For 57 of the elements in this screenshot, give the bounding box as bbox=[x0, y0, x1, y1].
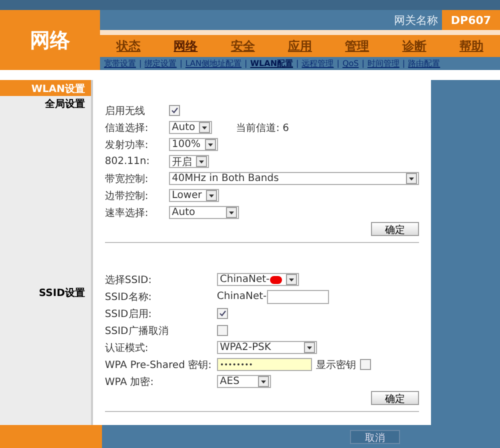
field-label: 边带控制: bbox=[104, 190, 150, 202]
field-label: SSID名称: bbox=[104, 290, 153, 304]
dropdown[interactable]: 100% bbox=[168, 138, 218, 151]
nav-tab[interactable]: 应用 bbox=[288, 38, 312, 54]
confirm-button[interactable]: 确定 bbox=[370, 391, 419, 405]
subnav-link[interactable]: WLAN配置 bbox=[250, 58, 294, 69]
gateway-name: DP607 bbox=[442, 10, 500, 30]
subnav-link[interactable]: 绑定设置 bbox=[144, 58, 177, 69]
nav-tab[interactable]: 帮助 bbox=[459, 38, 484, 54]
dropdown[interactable]: Lower bbox=[168, 189, 219, 202]
field-label: 认证模式: bbox=[104, 342, 150, 354]
subnav-link[interactable]: 时间管理 bbox=[367, 58, 400, 69]
separator: | bbox=[402, 59, 406, 68]
nav-tab[interactable]: 安全 bbox=[230, 38, 255, 54]
section-title: SSID设置 bbox=[38, 286, 86, 298]
field-label: 发射功率: bbox=[104, 138, 150, 152]
dropdown[interactable]: AES bbox=[216, 375, 271, 388]
dropdown[interactable]: 40MHz in Both Bands bbox=[168, 172, 419, 185]
ssid-prefix: ChinaNet- bbox=[216, 291, 267, 302]
separator: | bbox=[139, 59, 142, 68]
subnav-link[interactable]: 远程管理 bbox=[302, 58, 334, 69]
confirm-button[interactable]: 确定 bbox=[370, 222, 419, 236]
nav-tab[interactable]: 网络 bbox=[174, 38, 198, 54]
dropdown[interactable]: Auto bbox=[168, 206, 239, 219]
gateway-label: 网关名称 bbox=[393, 12, 439, 28]
field-label: 选择SSID: bbox=[104, 274, 153, 286]
separator: | bbox=[336, 59, 340, 68]
dropdown[interactable]: Auto bbox=[168, 121, 212, 134]
separator: | bbox=[362, 59, 364, 68]
nav-tab[interactable]: 诊断 bbox=[402, 38, 426, 54]
current-channel-text: 当前信道: 6 bbox=[236, 122, 290, 134]
field-label: 带宽控制: bbox=[104, 172, 150, 186]
cancel-button[interactable]: 取消 bbox=[350, 430, 400, 444]
subnav-link[interactable]: LAN侧地址配置 bbox=[185, 58, 242, 69]
nav-tab[interactable]: 状态 bbox=[116, 38, 141, 54]
field-label: 速率选择: bbox=[104, 206, 150, 220]
section-title: 全局设置 bbox=[44, 98, 86, 109]
field-label: WPA Pre-Shared 密钥: bbox=[104, 358, 212, 372]
dropdown[interactable]: 开启 bbox=[168, 155, 209, 168]
nav-tab[interactable]: 管理 bbox=[345, 38, 370, 54]
subnav-link[interactable]: QoS bbox=[342, 59, 359, 68]
field-label: WPA 加密: bbox=[104, 376, 155, 388]
separator: | bbox=[296, 59, 299, 68]
separator: | bbox=[244, 59, 248, 68]
logo-text: 网络 bbox=[0, 10, 100, 70]
subnav-link[interactable]: 路由配置 bbox=[408, 58, 440, 69]
field-label: 显示密钥 bbox=[316, 358, 356, 372]
subnav-link[interactable]: 宽带设置 bbox=[104, 58, 136, 69]
field-label: 802.11n: bbox=[104, 156, 151, 167]
separator: | bbox=[180, 59, 182, 68]
sidebar-item[interactable]: WLAN设置 bbox=[0, 80, 91, 96]
dropdown[interactable]: ChinaNet- bbox=[216, 273, 299, 286]
field-label: 信道选择: bbox=[104, 122, 150, 134]
field-label: SSID启用: bbox=[104, 308, 153, 320]
field-label: SSID广播取消 bbox=[104, 324, 170, 338]
field-label: 启用无线 bbox=[104, 104, 146, 118]
dropdown[interactable]: WPA2-PSK bbox=[216, 341, 317, 354]
